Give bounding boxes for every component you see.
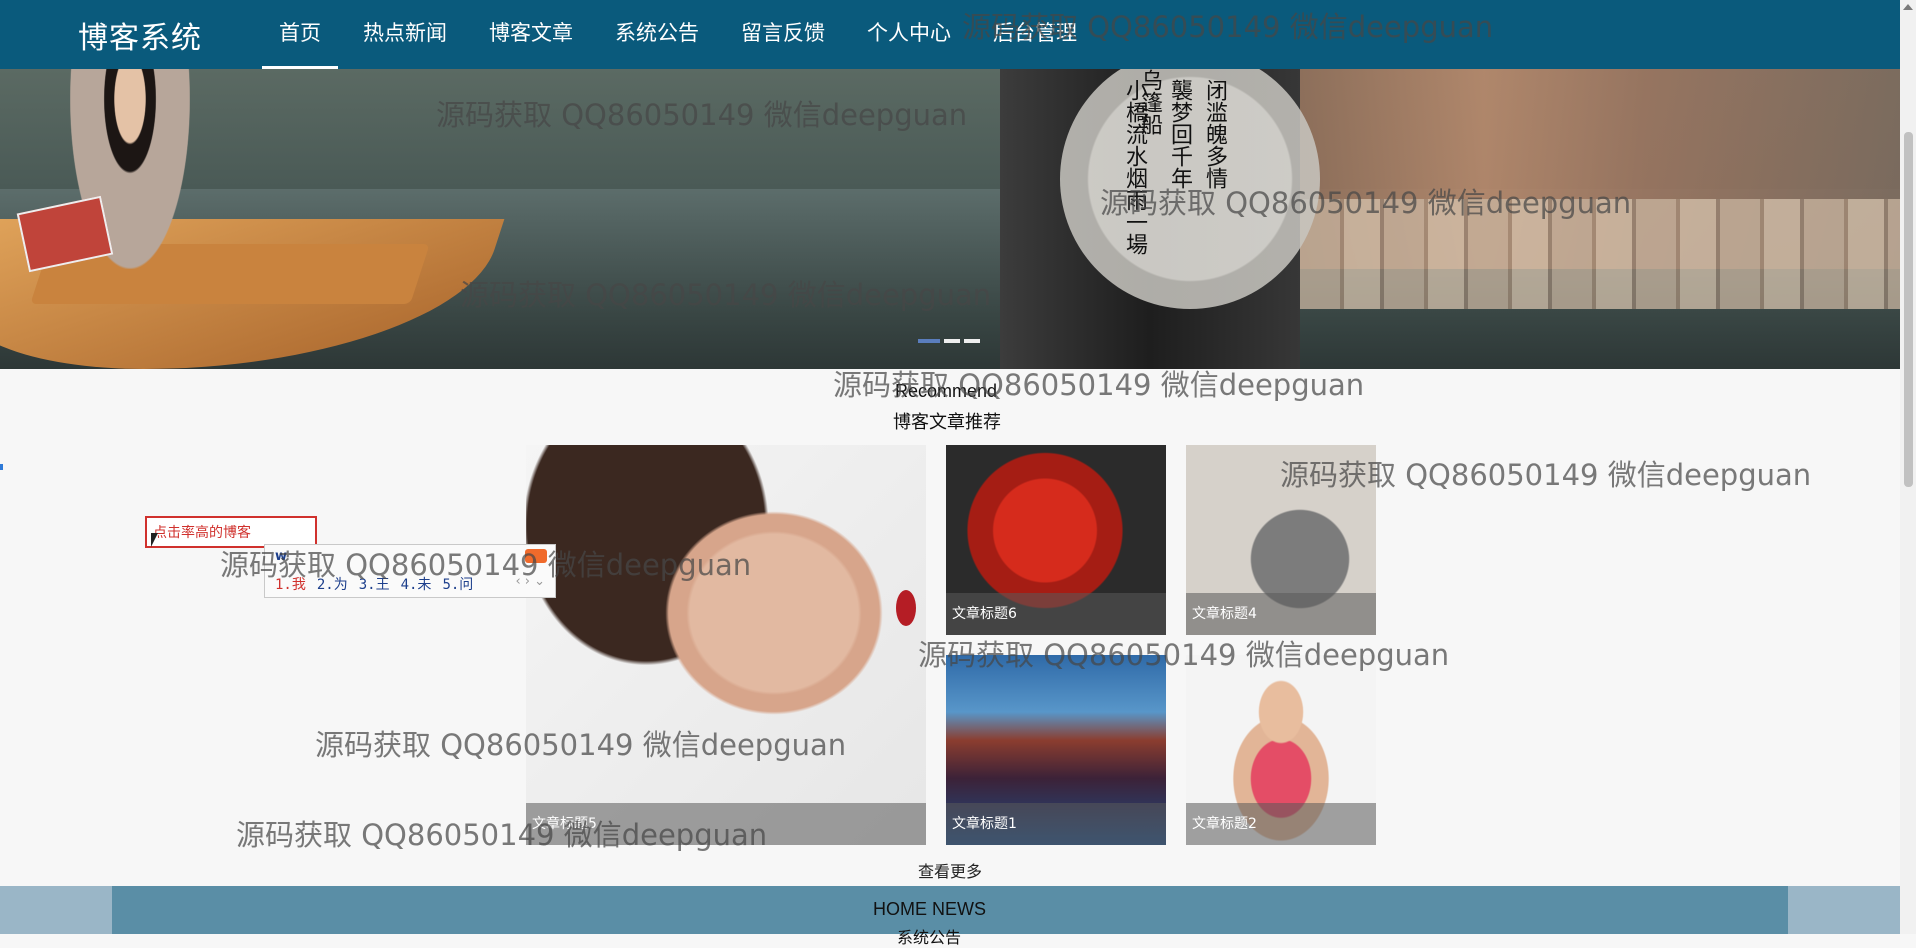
- nav-item-profile[interactable]: 个人中心: [850, 0, 968, 69]
- article-card[interactable]: 文章标题1: [946, 655, 1166, 845]
- top-nav-bar: 博客系统 首页 热点新闻 博客文章 系统公告 留言反馈 个人中心 后台管理: [0, 0, 1900, 69]
- ime-candidate-window: w 1.我 2.为 3.王 4.未 5.问 ‹ › ⌄: [264, 544, 556, 598]
- article-card-caption: 文章标题4: [1186, 593, 1376, 635]
- ime-candidates: 1.我 2.为 3.王 4.未 5.问: [275, 574, 484, 594]
- scrollbar-thumb[interactable]: [1904, 132, 1913, 487]
- poster-text-line: 襲梦回千年: [1167, 79, 1192, 189]
- article-card-caption: 文章标题2: [1186, 803, 1376, 845]
- ime-page-arrows-icon[interactable]: ‹ › ⌄: [515, 574, 545, 589]
- view-more-link[interactable]: 查看更多: [918, 858, 982, 882]
- ime-candidate[interactable]: 2.为: [317, 574, 348, 594]
- article-card[interactable]: 文章标题4: [1186, 445, 1376, 635]
- carousel-dot[interactable]: [918, 339, 940, 343]
- side-marker: [0, 464, 3, 470]
- recommend-title-en: Recommend: [895, 381, 998, 401]
- carousel-indicators: [918, 339, 984, 343]
- nav-item-admin[interactable]: 后台管理: [976, 0, 1094, 69]
- banner-stone-wall: [1300, 199, 1900, 309]
- main-nav: 首页 热点新闻 博客文章 系统公告 留言反馈 个人中心 后台管理: [262, 0, 1102, 69]
- ime-candidate[interactable]: 3.王: [359, 574, 390, 594]
- banner-carousel[interactable]: 小橋流水烟雨一場 闭滥魄多情 襲梦回千年 乌篷船: [0, 69, 1900, 369]
- article-card[interactable]: 文章标题5: [526, 445, 926, 845]
- poster-text-line: 闭滥魄多情: [1202, 79, 1227, 189]
- article-card-caption: 文章标题1: [946, 803, 1166, 845]
- article-card-caption: 文章标题5: [526, 803, 926, 845]
- carousel-dot[interactable]: [964, 339, 980, 343]
- article-card-caption: 文章标题6: [946, 593, 1166, 635]
- ime-candidate[interactable]: 5.问: [442, 574, 473, 594]
- nav-item-home[interactable]: 首页: [262, 0, 338, 69]
- ime-logo-icon: [525, 549, 547, 563]
- news-title-en: HOME NEWS: [873, 899, 987, 919]
- carousel-dot[interactable]: [944, 339, 960, 343]
- recommend-title-cn: 博客文章推荐: [893, 412, 1001, 433]
- news-title-cn: 系统公告: [897, 928, 962, 947]
- ime-candidate[interactable]: 4.未: [401, 574, 432, 594]
- nav-item-blog-articles[interactable]: 博客文章: [472, 0, 590, 69]
- poster-text-line: 乌篷船: [1137, 69, 1162, 135]
- ime-candidate[interactable]: 1.我: [275, 574, 306, 594]
- nav-item-hot-news[interactable]: 热点新闻: [346, 0, 464, 69]
- nav-item-announcements[interactable]: 系统公告: [598, 0, 716, 69]
- mouse-cursor-icon: [151, 533, 158, 547]
- article-card[interactable]: 文章标题6: [946, 445, 1166, 635]
- site-brand[interactable]: 博客系统: [78, 13, 202, 57]
- ime-composition: w: [275, 549, 288, 564]
- scroll-up-arrow-icon[interactable]: [1903, 4, 1913, 10]
- nav-item-feedback[interactable]: 留言反馈: [724, 0, 842, 69]
- card-image-detail: [896, 590, 916, 626]
- article-card[interactable]: 文章标题2: [1186, 655, 1376, 845]
